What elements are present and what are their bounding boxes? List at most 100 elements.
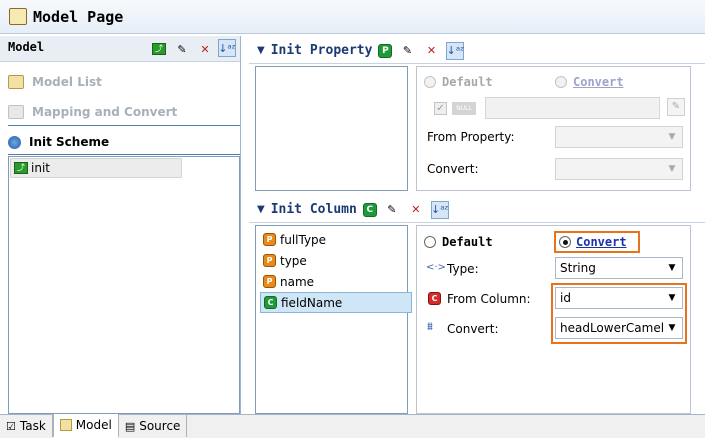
init-column-title: Init Column [270,202,357,217]
from-column-select[interactable]: id ▼ [555,287,683,309]
scheme-icon: ⤴ [14,162,28,174]
property-list [255,66,408,191]
chevron-down-icon: ▼ [668,164,676,174]
tab-task[interactable]: ☑ Task [0,415,53,437]
from-column-value: id [560,291,571,305]
source-icon: ▤ [124,419,136,433]
nav-model-list[interactable]: Model List [8,68,240,96]
left-panel-title: Model [8,40,45,54]
collapse-icon[interactable]: ▼ [257,45,265,56]
delete-icon[interactable]: ✕ [407,201,425,219]
property-icon: P [263,254,276,267]
default-value-input[interactable] [485,97,660,119]
list-item[interactable]: P type [260,250,412,271]
default-option[interactable]: Default [424,235,493,249]
column-list: P fullType P type P name C fieldName [255,225,412,414]
left-panel: Model ⤴ ✎ ✕ ↓ᵃᶻ Model List Mapping and C… [0,36,241,414]
chevron-down-icon: ▼ [668,263,676,273]
null-tag: NULL [452,102,476,115]
convert-link[interactable]: Convert [576,235,627,249]
list-item-label: name [280,274,315,289]
convert-field-label: Convert: [427,162,479,176]
chevron-down-icon: ▼ [668,293,676,303]
nav-mapping-convert[interactable]: Mapping and Convert [8,98,240,126]
convert-radio[interactable] [559,236,571,248]
init-property-title: Init Property [270,43,373,58]
from-property-label: From Property: [427,130,515,144]
page-title: Model Page [33,8,124,26]
nav-model-list-label: Model List [32,75,102,89]
default-option[interactable]: Default [424,75,493,89]
list-item-label: fullType [280,232,327,247]
default-radio[interactable] [424,236,436,248]
list-item[interactable]: P name [260,271,412,292]
list-item[interactable]: P fullType [260,229,412,250]
convert-select[interactable]: ▼ [555,158,683,180]
nav-divider [8,154,240,155]
mapping-icon [8,105,24,119]
model-list-icon [8,75,24,89]
delete-icon[interactable]: ✕ [196,40,214,58]
add-scheme-icon[interactable]: ⤴ [150,40,168,58]
scheme-item-init[interactable]: ⤴ init [10,158,182,178]
convert-radio[interactable] [555,76,567,88]
property-icon: P [263,233,276,246]
tab-task-label: Task [19,419,46,433]
chevron-down-icon: ▼ [668,323,676,333]
model-page-icon [9,8,27,25]
nav-init-scheme-label: Init Scheme [29,135,110,149]
convert-option[interactable]: Convert [554,231,640,253]
list-item-label: type [280,253,307,268]
sort-az-icon[interactable]: ↓ᵃᶻ [430,200,449,219]
default-label: Default [442,235,493,249]
list-item-label: fieldName [281,295,343,310]
sort-az-icon[interactable]: ↓ᵃᶻ [218,39,236,57]
editor-title-bar: Model Page [0,0,705,34]
convert-link[interactable]: Convert [573,75,624,89]
tab-source[interactable]: ▤ Source [119,415,188,437]
tab-model[interactable]: Model [52,414,119,438]
add-property-icon[interactable]: P [378,43,393,58]
init-scheme-icon [8,135,21,149]
nav-divider [8,125,240,126]
column-icon: C [428,292,441,305]
collapse-icon[interactable]: ▼ [257,204,265,215]
type-select[interactable]: String ▼ [555,257,683,279]
convert-option[interactable]: Convert [555,75,624,89]
sort-az-icon[interactable]: ↓ᵃᶻ [446,41,465,60]
task-icon: ☑ [6,419,16,433]
scheme-item-label: init [31,161,50,175]
left-panel-header: Model ⤴ ✎ ✕ ↓ᵃᶻ [0,36,240,62]
edit-icon[interactable]: ✎ [383,201,401,219]
edit-icon[interactable]: ✎ [173,40,191,58]
edit-icon[interactable]: ✎ [398,42,416,60]
scheme-list: ⤴ init [8,156,240,414]
type-icon: <·> [426,262,446,273]
convert-select[interactable]: headLowerCamel ▼ [555,317,683,339]
column-detail-panel: Default Convert <·> Type: String ▼ C Fro… [416,225,691,414]
default-radio[interactable] [424,76,436,88]
type-value: String [560,261,596,275]
add-column-icon[interactable]: C [362,202,377,217]
list-item-selected[interactable]: C fieldName [260,292,412,313]
convert-icon: ⩩ [427,320,433,333]
edit-value-icon[interactable]: ✎ [667,98,685,116]
delete-icon[interactable]: ✕ [422,42,440,60]
column-icon: C [264,296,277,309]
editor-tabs: ☑ Task Model ▤ Source [0,414,705,438]
init-property-header: ▼ Init Property P ✎ ✕ ↓ᵃᶻ [249,38,705,64]
nav-mapping-label: Mapping and Convert [32,105,178,119]
tab-model-label: Model [75,418,112,432]
from-column-label: From Column: [447,292,531,306]
init-column-header: ▼ Init Column C ✎ ✕ ↓ᵃᶻ [249,197,705,223]
type-label: Type: [447,262,479,276]
default-label: Default [442,75,493,89]
nav-init-scheme[interactable]: Init Scheme [8,128,240,156]
model-icon [59,419,72,431]
convert-value: headLowerCamel [560,321,665,335]
from-property-select[interactable]: ▼ [555,126,683,148]
property-icon: P [263,275,276,288]
null-checkbox[interactable]: ✓ [434,102,447,115]
chevron-down-icon: ▼ [668,132,676,142]
convert-field-label: Convert: [447,322,499,336]
